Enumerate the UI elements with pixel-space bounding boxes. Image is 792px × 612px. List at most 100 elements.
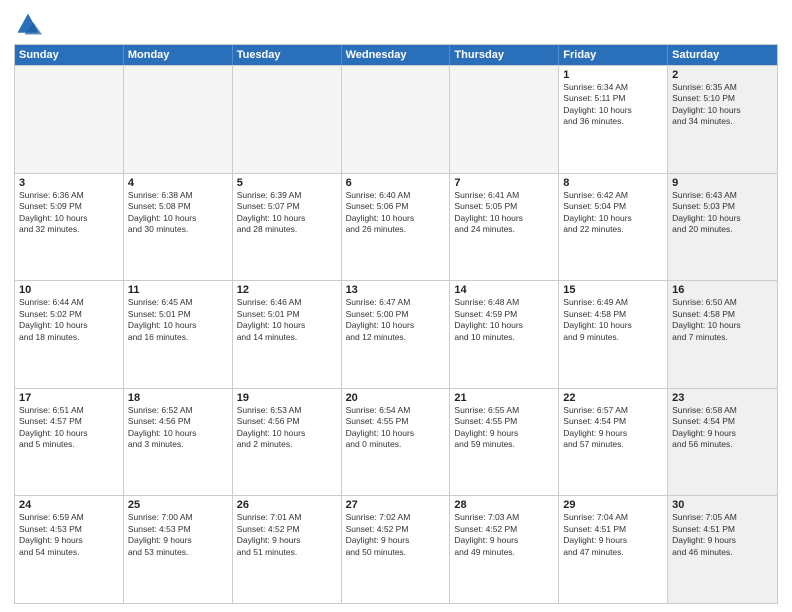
calendar-cell-13: 13Sunrise: 6:47 AMSunset: 5:00 PMDayligh… (342, 281, 451, 388)
cell-info: Sunrise: 7:03 AMSunset: 4:52 PMDaylight:… (454, 512, 554, 558)
calendar-cell-19: 19Sunrise: 6:53 AMSunset: 4:56 PMDayligh… (233, 389, 342, 496)
day-number: 16 (672, 284, 773, 296)
calendar-cell-7: 7Sunrise: 6:41 AMSunset: 5:05 PMDaylight… (450, 174, 559, 281)
day-number: 21 (454, 392, 554, 404)
weekday-header-sunday: Sunday (15, 45, 124, 65)
day-number: 29 (563, 499, 663, 511)
cell-info: Sunrise: 6:49 AMSunset: 4:58 PMDaylight:… (563, 297, 663, 343)
cell-info: Sunrise: 6:47 AMSunset: 5:00 PMDaylight:… (346, 297, 446, 343)
day-number: 3 (19, 177, 119, 189)
cell-info: Sunrise: 6:36 AMSunset: 5:09 PMDaylight:… (19, 190, 119, 236)
calendar-cell-28: 28Sunrise: 7:03 AMSunset: 4:52 PMDayligh… (450, 496, 559, 603)
cell-info: Sunrise: 7:02 AMSunset: 4:52 PMDaylight:… (346, 512, 446, 558)
calendar-cell-12: 12Sunrise: 6:46 AMSunset: 5:01 PMDayligh… (233, 281, 342, 388)
cell-info: Sunrise: 6:34 AMSunset: 5:11 PMDaylight:… (563, 82, 663, 128)
day-number: 7 (454, 177, 554, 189)
calendar-cell-8: 8Sunrise: 6:42 AMSunset: 5:04 PMDaylight… (559, 174, 668, 281)
calendar: SundayMondayTuesdayWednesdayThursdayFrid… (14, 44, 778, 604)
day-number: 26 (237, 499, 337, 511)
calendar-cell-empty-4 (450, 66, 559, 173)
day-number: 22 (563, 392, 663, 404)
calendar-row-1: 1Sunrise: 6:34 AMSunset: 5:11 PMDaylight… (15, 65, 777, 173)
cell-info: Sunrise: 7:00 AMSunset: 4:53 PMDaylight:… (128, 512, 228, 558)
calendar-cell-26: 26Sunrise: 7:01 AMSunset: 4:52 PMDayligh… (233, 496, 342, 603)
calendar-cell-27: 27Sunrise: 7:02 AMSunset: 4:52 PMDayligh… (342, 496, 451, 603)
calendar-cell-10: 10Sunrise: 6:44 AMSunset: 5:02 PMDayligh… (15, 281, 124, 388)
day-number: 8 (563, 177, 663, 189)
day-number: 17 (19, 392, 119, 404)
weekday-header-tuesday: Tuesday (233, 45, 342, 65)
calendar-cell-empty-1 (124, 66, 233, 173)
cell-info: Sunrise: 6:55 AMSunset: 4:55 PMDaylight:… (454, 405, 554, 451)
cell-info: Sunrise: 6:58 AMSunset: 4:54 PMDaylight:… (672, 405, 773, 451)
day-number: 5 (237, 177, 337, 189)
day-number: 2 (672, 69, 773, 81)
day-number: 15 (563, 284, 663, 296)
calendar-cell-20: 20Sunrise: 6:54 AMSunset: 4:55 PMDayligh… (342, 389, 451, 496)
day-number: 19 (237, 392, 337, 404)
cell-info: Sunrise: 6:39 AMSunset: 5:07 PMDaylight:… (237, 190, 337, 236)
weekday-header-thursday: Thursday (450, 45, 559, 65)
calendar-row-5: 24Sunrise: 6:59 AMSunset: 4:53 PMDayligh… (15, 495, 777, 603)
day-number: 28 (454, 499, 554, 511)
cell-info: Sunrise: 7:05 AMSunset: 4:51 PMDaylight:… (672, 512, 773, 558)
day-number: 18 (128, 392, 228, 404)
calendar-cell-16: 16Sunrise: 6:50 AMSunset: 4:58 PMDayligh… (668, 281, 777, 388)
cell-info: Sunrise: 6:50 AMSunset: 4:58 PMDaylight:… (672, 297, 773, 343)
weekday-header-wednesday: Wednesday (342, 45, 451, 65)
day-number: 23 (672, 392, 773, 404)
cell-info: Sunrise: 6:52 AMSunset: 4:56 PMDaylight:… (128, 405, 228, 451)
cell-info: Sunrise: 6:43 AMSunset: 5:03 PMDaylight:… (672, 190, 773, 236)
cell-info: Sunrise: 7:04 AMSunset: 4:51 PMDaylight:… (563, 512, 663, 558)
cell-info: Sunrise: 6:38 AMSunset: 5:08 PMDaylight:… (128, 190, 228, 236)
weekday-header-monday: Monday (124, 45, 233, 65)
day-number: 1 (563, 69, 663, 81)
calendar-cell-15: 15Sunrise: 6:49 AMSunset: 4:58 PMDayligh… (559, 281, 668, 388)
day-number: 30 (672, 499, 773, 511)
cell-info: Sunrise: 6:57 AMSunset: 4:54 PMDaylight:… (563, 405, 663, 451)
calendar-cell-23: 23Sunrise: 6:58 AMSunset: 4:54 PMDayligh… (668, 389, 777, 496)
cell-info: Sunrise: 6:42 AMSunset: 5:04 PMDaylight:… (563, 190, 663, 236)
weekday-header-saturday: Saturday (668, 45, 777, 65)
day-number: 11 (128, 284, 228, 296)
page-container: SundayMondayTuesdayWednesdayThursdayFrid… (0, 0, 792, 612)
calendar-cell-30: 30Sunrise: 7:05 AMSunset: 4:51 PMDayligh… (668, 496, 777, 603)
calendar-cell-5: 5Sunrise: 6:39 AMSunset: 5:07 PMDaylight… (233, 174, 342, 281)
calendar-cell-11: 11Sunrise: 6:45 AMSunset: 5:01 PMDayligh… (124, 281, 233, 388)
cell-info: Sunrise: 6:40 AMSunset: 5:06 PMDaylight:… (346, 190, 446, 236)
day-number: 9 (672, 177, 773, 189)
calendar-cell-21: 21Sunrise: 6:55 AMSunset: 4:55 PMDayligh… (450, 389, 559, 496)
calendar-row-4: 17Sunrise: 6:51 AMSunset: 4:57 PMDayligh… (15, 388, 777, 496)
calendar-cell-9: 9Sunrise: 6:43 AMSunset: 5:03 PMDaylight… (668, 174, 777, 281)
calendar-cell-1: 1Sunrise: 6:34 AMSunset: 5:11 PMDaylight… (559, 66, 668, 173)
calendar-cell-17: 17Sunrise: 6:51 AMSunset: 4:57 PMDayligh… (15, 389, 124, 496)
day-number: 27 (346, 499, 446, 511)
cell-info: Sunrise: 6:48 AMSunset: 4:59 PMDaylight:… (454, 297, 554, 343)
weekday-header-friday: Friday (559, 45, 668, 65)
calendar-row-2: 3Sunrise: 6:36 AMSunset: 5:09 PMDaylight… (15, 173, 777, 281)
calendar-cell-empty-0 (15, 66, 124, 173)
cell-info: Sunrise: 6:53 AMSunset: 4:56 PMDaylight:… (237, 405, 337, 451)
calendar-cell-3: 3Sunrise: 6:36 AMSunset: 5:09 PMDaylight… (15, 174, 124, 281)
calendar-body: 1Sunrise: 6:34 AMSunset: 5:11 PMDaylight… (15, 65, 777, 603)
cell-info: Sunrise: 6:54 AMSunset: 4:55 PMDaylight:… (346, 405, 446, 451)
calendar-cell-14: 14Sunrise: 6:48 AMSunset: 4:59 PMDayligh… (450, 281, 559, 388)
day-number: 10 (19, 284, 119, 296)
calendar-row-3: 10Sunrise: 6:44 AMSunset: 5:02 PMDayligh… (15, 280, 777, 388)
calendar-cell-24: 24Sunrise: 6:59 AMSunset: 4:53 PMDayligh… (15, 496, 124, 603)
cell-info: Sunrise: 6:35 AMSunset: 5:10 PMDaylight:… (672, 82, 773, 128)
cell-info: Sunrise: 7:01 AMSunset: 4:52 PMDaylight:… (237, 512, 337, 558)
cell-info: Sunrise: 6:45 AMSunset: 5:01 PMDaylight:… (128, 297, 228, 343)
cell-info: Sunrise: 6:41 AMSunset: 5:05 PMDaylight:… (454, 190, 554, 236)
cell-info: Sunrise: 6:46 AMSunset: 5:01 PMDaylight:… (237, 297, 337, 343)
calendar-cell-2: 2Sunrise: 6:35 AMSunset: 5:10 PMDaylight… (668, 66, 777, 173)
calendar-cell-empty-3 (342, 66, 451, 173)
calendar-header: SundayMondayTuesdayWednesdayThursdayFrid… (15, 45, 777, 65)
calendar-cell-4: 4Sunrise: 6:38 AMSunset: 5:08 PMDaylight… (124, 174, 233, 281)
logo (14, 10, 46, 38)
cell-info: Sunrise: 6:44 AMSunset: 5:02 PMDaylight:… (19, 297, 119, 343)
day-number: 14 (454, 284, 554, 296)
calendar-cell-29: 29Sunrise: 7:04 AMSunset: 4:51 PMDayligh… (559, 496, 668, 603)
day-number: 25 (128, 499, 228, 511)
cell-info: Sunrise: 6:59 AMSunset: 4:53 PMDaylight:… (19, 512, 119, 558)
